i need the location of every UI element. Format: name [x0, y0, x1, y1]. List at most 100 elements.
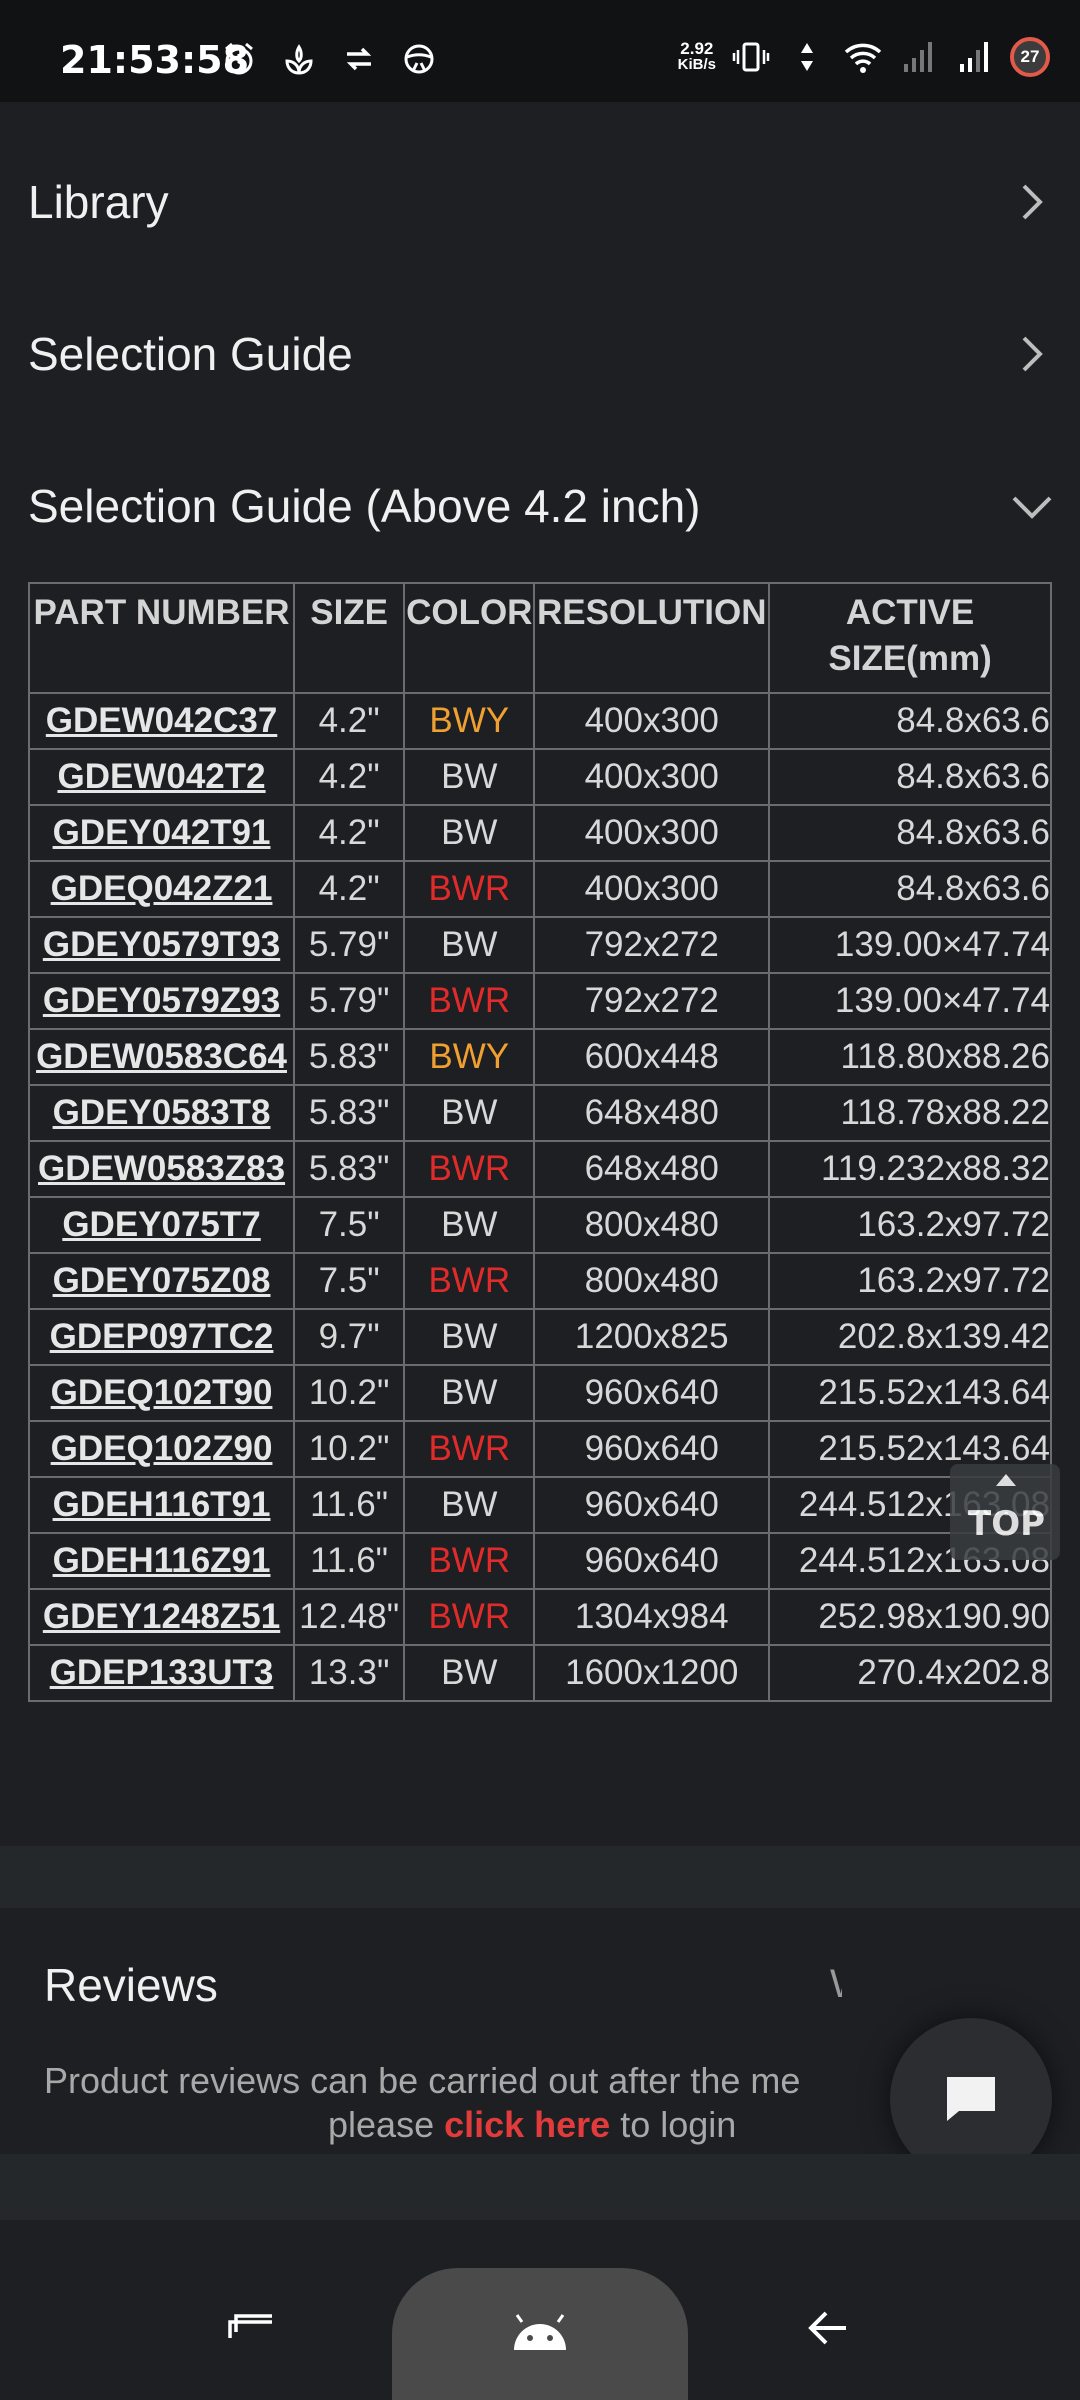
resolution-cell: 400x300 [533, 804, 771, 862]
vibrate-icon [730, 36, 772, 78]
header-part-number: PART NUMBER [28, 582, 296, 694]
resolution-cell: 960x640 [533, 1364, 771, 1422]
menu-item-selection-guide[interactable]: Selection Guide [0, 278, 1080, 432]
login-link[interactable]: click here [444, 2104, 610, 2145]
part-number-link[interactable]: GDEQ042Z21 [28, 860, 296, 918]
resolution-cell: 800x480 [533, 1252, 771, 1310]
part-number-link[interactable]: GDEY0583T8 [28, 1084, 296, 1142]
resolution-cell: 600x448 [533, 1028, 771, 1086]
part-number-link[interactable]: GDEQ102Z90 [28, 1420, 296, 1478]
table-row: GDEQ042Z21 4.2" BWR 400x300 84.8x63.6 [28, 860, 1052, 918]
menu-item-library[interactable]: Library [0, 126, 1080, 280]
size-cell: 7.5" [293, 1196, 406, 1254]
resolution-cell: 400x300 [533, 748, 771, 806]
status-bar: 21:53:58 2.92 KiB/s 27 [0, 0, 1080, 102]
resolution-cell: 648x480 [533, 1140, 771, 1198]
size-cell: 5.83" [293, 1084, 406, 1142]
table-row: GDEY0583T8 5.83" BW 648x480 118.78x88.22 [28, 1084, 1052, 1142]
menu-item-selection-guide-above[interactable]: Selection Guide (Above 4.2 inch) [0, 430, 1080, 582]
part-number-link[interactable]: GDEP097TC2 [28, 1308, 296, 1366]
resolution-cell: 1304x984 [533, 1588, 771, 1646]
chat-icon [947, 2077, 995, 2121]
home-button[interactable] [392, 2268, 688, 2400]
speed-unit: KiB/s [677, 56, 716, 73]
active-size-cell: 118.78x88.22 [768, 1084, 1052, 1142]
speed-value: 2.92 [680, 39, 714, 58]
header-active-size: ACTIVE SIZE(mm) [768, 582, 1052, 694]
part-number-link[interactable]: GDEY042T91 [28, 804, 296, 862]
size-cell: 4.2" [293, 860, 406, 918]
color-cell: BWR [403, 1420, 536, 1478]
active-size-cell: 202.8x139.42 [768, 1308, 1052, 1366]
color-cell: BW [403, 916, 536, 974]
header-resolution: RESOLUTION [533, 582, 771, 694]
system-navigation-bar [0, 2220, 1080, 2400]
color-cell: BWR [403, 1532, 536, 1590]
header-size: SIZE [293, 582, 406, 694]
part-number-link[interactable]: GDEW042C37 [28, 692, 296, 750]
color-cell: BW [403, 1196, 536, 1254]
recent-apps-icon[interactable] [226, 2312, 276, 2342]
part-number-link[interactable]: GDEH116Z91 [28, 1532, 296, 1590]
size-cell: 11.6" [293, 1532, 406, 1590]
color-cell: BW [403, 1308, 536, 1366]
part-number-link[interactable]: GDEY0579Z93 [28, 972, 296, 1030]
table-row: GDEH116T91 11.6" BW 960x640 244.512x163.08 [28, 1476, 1052, 1534]
size-cell: 4.2" [293, 692, 406, 750]
size-cell: 13.3" [293, 1644, 406, 1702]
back-to-top-button[interactable]: TOP [950, 1464, 1060, 1560]
size-cell: 5.79" [293, 972, 406, 1030]
arrow-up-icon [996, 1474, 1016, 1486]
resolution-cell: 1600x1200 [533, 1644, 771, 1702]
data-arrows-icon [786, 36, 828, 78]
table-row: GDEW0583C64 5.83" BWY 600x448 118.80x88.26 [28, 1028, 1052, 1086]
part-number-link[interactable]: GDEP133UT3 [28, 1644, 296, 1702]
reviews-info-line2: please click here to login [328, 2104, 736, 2146]
part-number-link[interactable]: GDEY1248Z51 [28, 1588, 296, 1646]
resolution-cell: 792x272 [533, 916, 771, 974]
resolution-cell: 960x640 [533, 1476, 771, 1534]
reviews-login-suffix: to login [610, 2104, 737, 2145]
table-row: GDEY042T91 4.2" BW 400x300 84.8x63.6 [28, 804, 1052, 862]
chevron-right-icon [1022, 184, 1043, 220]
table-row: GDEY1248Z51 12.48" BWR 1304x984 252.98x190.9… [28, 1588, 1052, 1646]
selection-guide-table-container[interactable]: PART NUMBER SIZE COLOR RESOLUTION ACTIVE… [28, 582, 1052, 1704]
menu-item-selection-guide-above-label: Selection Guide (Above 4.2 inch) [28, 480, 701, 532]
menu-item-selection-guide-label: Selection Guide [28, 328, 353, 380]
chevron-down-icon [1012, 496, 1052, 519]
back-arrow-icon[interactable] [806, 2308, 850, 2348]
color-cell: BW [403, 748, 536, 806]
table-row: GDEY0579T93 5.79" BW 792x272 139.00×47.74 [28, 916, 1052, 974]
part-number-link[interactable]: GDEY075Z08 [28, 1252, 296, 1310]
active-size-cell: 84.8x63.6 [768, 692, 1052, 750]
part-number-link[interactable]: GDEH116T91 [28, 1476, 296, 1534]
color-cell: BWR [403, 1252, 536, 1310]
active-size-cell: 139.00×47.74 [768, 972, 1052, 1030]
transfer-icon [338, 38, 380, 80]
reviews-title: Reviews [44, 1959, 218, 2011]
header-color: COLOR [403, 582, 536, 694]
table-row: GDEH116Z91 11.6" BWR 960x640 244.512x163.08 [28, 1532, 1052, 1590]
color-cell: BW [403, 1476, 536, 1534]
size-cell: 10.2" [293, 1364, 406, 1422]
header-active-line2: SIZE(mm) [828, 639, 992, 678]
wifi-icon [842, 36, 884, 78]
resolution-cell: 960x640 [533, 1420, 771, 1478]
color-cell: BWY [403, 1028, 536, 1086]
part-number-link[interactable]: GDEY0579T93 [28, 916, 296, 974]
part-number-link[interactable]: GDEW0583Z83 [28, 1140, 296, 1198]
part-number-link[interactable]: GDEW0583C64 [28, 1028, 296, 1086]
alarm-icon [218, 38, 260, 80]
reviews-info-line1: Product reviews can be carried out after… [44, 2060, 801, 2101]
color-cell: BW [403, 1364, 536, 1422]
table-row: GDEY0579Z93 5.79" BWR 792x272 139.00×47.74 [28, 972, 1052, 1030]
reviews-login-prefix: please [328, 2104, 445, 2145]
header-active-line1: ACTIVE [845, 593, 975, 632]
part-number-link[interactable]: GDEW042T2 [28, 748, 296, 806]
active-size-cell: 119.232x88.32 [768, 1140, 1052, 1198]
resolution-cell: 648x480 [533, 1084, 771, 1142]
part-number-link[interactable]: GDEQ102T90 [28, 1364, 296, 1422]
part-number-link[interactable]: GDEY075T7 [28, 1196, 296, 1254]
size-cell: 4.2" [293, 804, 406, 862]
signal-icon-sim2 [954, 36, 996, 78]
